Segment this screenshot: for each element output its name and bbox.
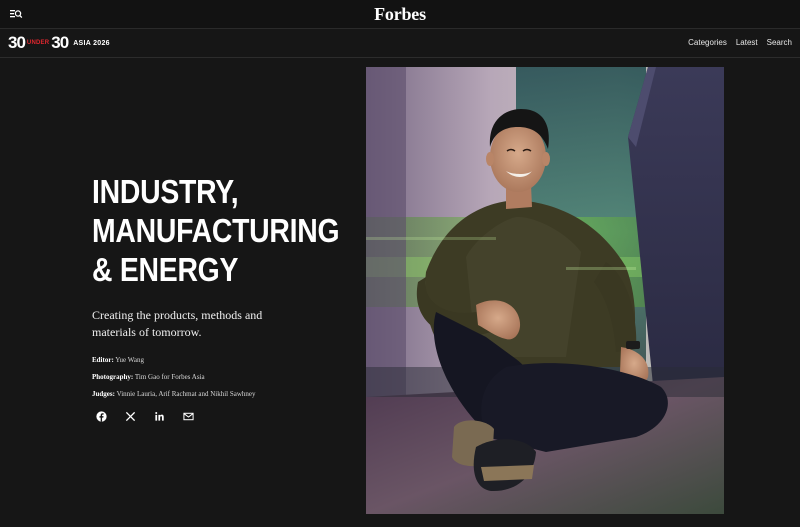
share-bar: [96, 411, 194, 422]
honoree-portrait: [366, 67, 724, 514]
nav-link-categories[interactable]: Categories: [688, 38, 727, 47]
menu-search-icon[interactable]: [9, 7, 23, 21]
forbes-logo-link[interactable]: Forbes: [374, 4, 426, 24]
nav-links: Categories Latest Search: [688, 38, 792, 47]
credit-editor: Editor: Yue Wang: [92, 352, 332, 369]
title-line: MANUFACTURING: [92, 212, 340, 249]
credits: Editor: Yue Wang Photography: Tim Gao fo…: [92, 352, 332, 403]
title-line: & ENERGY: [92, 251, 239, 288]
credit-value: Yue Wang: [115, 356, 144, 364]
credit-judges: Judges: Vinnie Lauria, Arif Rachmat and …: [92, 386, 332, 403]
logo-number-left: 30: [8, 33, 26, 52]
nav-link-search[interactable]: Search: [767, 38, 792, 47]
credit-value: Vinnie Lauria, Arif Rachmat and Nikhil S…: [116, 390, 256, 398]
credit-label: Photography:: [92, 373, 134, 381]
logo-region: ASIA 2026: [73, 39, 110, 47]
credit-label: Editor:: [92, 356, 114, 364]
email-icon[interactable]: [183, 411, 194, 422]
linkedin-icon[interactable]: [154, 411, 165, 422]
section-description: Creating the products, methods and mater…: [92, 308, 263, 339]
under-30-logo[interactable]: 30 UNDER 30 ASIA 2026: [8, 33, 110, 52]
top-bar: Forbes: [0, 0, 800, 29]
logo-under-word: UNDER: [26, 40, 50, 46]
logo-number-right: 30: [51, 33, 69, 52]
facebook-icon[interactable]: [96, 411, 107, 422]
credit-label: Judges:: [92, 390, 115, 398]
nav-link-latest[interactable]: Latest: [736, 38, 758, 47]
credit-photography: Photography: Tim Gao for Forbes Asia: [92, 369, 332, 386]
forbes-logo: Forbes: [0, 2, 800, 26]
page-title: INDUSTRY, MANUFACTURING & ENERGY: [92, 172, 340, 289]
credit-value: Tim Gao for Forbes Asia: [134, 373, 205, 381]
sub-navigation: 30 UNDER 30 ASIA 2026 Categories Latest …: [0, 29, 800, 58]
title-line: INDUSTRY,: [92, 173, 239, 210]
x-icon[interactable]: [125, 411, 136, 422]
